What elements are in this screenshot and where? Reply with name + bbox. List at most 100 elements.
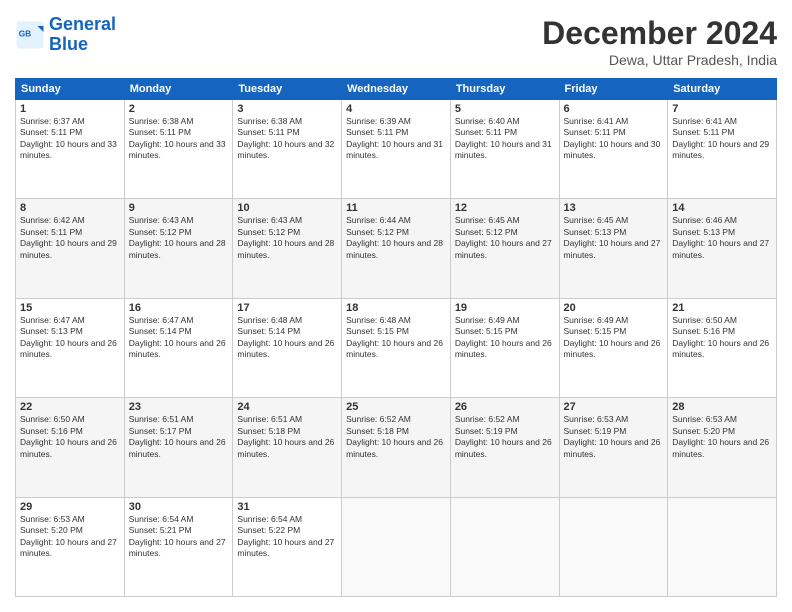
- day-cell-27: 27 Sunrise: 6:53 AM Sunset: 5:19 PM Dayl…: [559, 398, 668, 497]
- day-cell-28: 28 Sunrise: 6:53 AM Sunset: 5:20 PM Dayl…: [668, 398, 777, 497]
- day-number: 26: [455, 401, 555, 413]
- day-number: 10: [237, 202, 337, 214]
- day-number: 7: [672, 103, 772, 115]
- day-detail: Sunrise: 6:47 AM Sunset: 5:14 PM Dayligh…: [129, 315, 229, 361]
- calendar-week-1: 1 Sunrise: 6:37 AM Sunset: 5:11 PM Dayli…: [16, 100, 777, 199]
- day-cell-16: 16 Sunrise: 6:47 AM Sunset: 5:14 PM Dayl…: [124, 298, 233, 397]
- day-number: 13: [564, 202, 664, 214]
- day-cell-13: 13 Sunrise: 6:45 AM Sunset: 5:13 PM Dayl…: [559, 199, 668, 298]
- day-detail: Sunrise: 6:38 AM Sunset: 5:11 PM Dayligh…: [237, 116, 337, 162]
- day-cell-11: 11 Sunrise: 6:44 AM Sunset: 5:12 PM Dayl…: [342, 199, 451, 298]
- page: GB General Blue December 2024 Dewa, Utta…: [0, 0, 792, 612]
- day-number: 28: [672, 401, 772, 413]
- day-detail: Sunrise: 6:49 AM Sunset: 5:15 PM Dayligh…: [455, 315, 555, 361]
- day-cell-8: 8 Sunrise: 6:42 AM Sunset: 5:11 PM Dayli…: [16, 199, 125, 298]
- header: GB General Blue December 2024 Dewa, Utta…: [15, 15, 777, 68]
- day-detail: Sunrise: 6:41 AM Sunset: 5:11 PM Dayligh…: [564, 116, 664, 162]
- day-cell-19: 19 Sunrise: 6:49 AM Sunset: 5:15 PM Dayl…: [450, 298, 559, 397]
- svg-text:GB: GB: [19, 29, 31, 38]
- day-number: 19: [455, 302, 555, 314]
- day-number: 30: [129, 501, 229, 513]
- day-detail: Sunrise: 6:47 AM Sunset: 5:13 PM Dayligh…: [20, 315, 120, 361]
- day-detail: Sunrise: 6:39 AM Sunset: 5:11 PM Dayligh…: [346, 116, 446, 162]
- empty-cell: [342, 497, 451, 596]
- empty-cell: [559, 497, 668, 596]
- empty-cell: [668, 497, 777, 596]
- day-detail: Sunrise: 6:54 AM Sunset: 5:22 PM Dayligh…: [237, 514, 337, 560]
- day-detail: Sunrise: 6:52 AM Sunset: 5:18 PM Dayligh…: [346, 414, 446, 460]
- day-detail: Sunrise: 6:48 AM Sunset: 5:14 PM Dayligh…: [237, 315, 337, 361]
- day-number: 5: [455, 103, 555, 115]
- day-detail: Sunrise: 6:43 AM Sunset: 5:12 PM Dayligh…: [237, 215, 337, 261]
- general-blue-icon: GB: [15, 20, 45, 50]
- day-cell-18: 18 Sunrise: 6:48 AM Sunset: 5:15 PM Dayl…: [342, 298, 451, 397]
- day-number: 1: [20, 103, 120, 115]
- day-number: 31: [237, 501, 337, 513]
- month-title: December 2024: [542, 15, 777, 52]
- day-cell-10: 10 Sunrise: 6:43 AM Sunset: 5:12 PM Dayl…: [233, 199, 342, 298]
- day-cell-26: 26 Sunrise: 6:52 AM Sunset: 5:19 PM Dayl…: [450, 398, 559, 497]
- day-cell-14: 14 Sunrise: 6:46 AM Sunset: 5:13 PM Dayl…: [668, 199, 777, 298]
- day-number: 11: [346, 202, 446, 214]
- day-number: 20: [564, 302, 664, 314]
- day-number: 29: [20, 501, 120, 513]
- day-cell-24: 24 Sunrise: 6:51 AM Sunset: 5:18 PM Dayl…: [233, 398, 342, 497]
- logo-text: General Blue: [49, 15, 116, 55]
- day-cell-20: 20 Sunrise: 6:49 AM Sunset: 5:15 PM Dayl…: [559, 298, 668, 397]
- col-header-friday: Friday: [559, 79, 668, 100]
- calendar-week-5: 29 Sunrise: 6:53 AM Sunset: 5:20 PM Dayl…: [16, 497, 777, 596]
- day-number: 2: [129, 103, 229, 115]
- day-number: 12: [455, 202, 555, 214]
- day-detail: Sunrise: 6:50 AM Sunset: 5:16 PM Dayligh…: [672, 315, 772, 361]
- col-header-saturday: Saturday: [668, 79, 777, 100]
- day-detail: Sunrise: 6:51 AM Sunset: 5:17 PM Dayligh…: [129, 414, 229, 460]
- day-cell-12: 12 Sunrise: 6:45 AM Sunset: 5:12 PM Dayl…: [450, 199, 559, 298]
- day-number: 9: [129, 202, 229, 214]
- day-cell-15: 15 Sunrise: 6:47 AM Sunset: 5:13 PM Dayl…: [16, 298, 125, 397]
- location-subtitle: Dewa, Uttar Pradesh, India: [542, 52, 777, 68]
- day-cell-6: 6 Sunrise: 6:41 AM Sunset: 5:11 PM Dayli…: [559, 100, 668, 199]
- day-detail: Sunrise: 6:45 AM Sunset: 5:12 PM Dayligh…: [455, 215, 555, 261]
- day-cell-7: 7 Sunrise: 6:41 AM Sunset: 5:11 PM Dayli…: [668, 100, 777, 199]
- col-header-wednesday: Wednesday: [342, 79, 451, 100]
- title-block: December 2024 Dewa, Uttar Pradesh, India: [542, 15, 777, 68]
- day-number: 6: [564, 103, 664, 115]
- day-detail: Sunrise: 6:46 AM Sunset: 5:13 PM Dayligh…: [672, 215, 772, 261]
- day-detail: Sunrise: 6:37 AM Sunset: 5:11 PM Dayligh…: [20, 116, 120, 162]
- day-number: 17: [237, 302, 337, 314]
- day-cell-2: 2 Sunrise: 6:38 AM Sunset: 5:11 PM Dayli…: [124, 100, 233, 199]
- day-detail: Sunrise: 6:45 AM Sunset: 5:13 PM Dayligh…: [564, 215, 664, 261]
- day-cell-31: 31 Sunrise: 6:54 AM Sunset: 5:22 PM Dayl…: [233, 497, 342, 596]
- day-detail: Sunrise: 6:41 AM Sunset: 5:11 PM Dayligh…: [672, 116, 772, 162]
- day-detail: Sunrise: 6:44 AM Sunset: 5:12 PM Dayligh…: [346, 215, 446, 261]
- day-cell-29: 29 Sunrise: 6:53 AM Sunset: 5:20 PM Dayl…: [16, 497, 125, 596]
- col-header-tuesday: Tuesday: [233, 79, 342, 100]
- day-number: 21: [672, 302, 772, 314]
- calendar-week-3: 15 Sunrise: 6:47 AM Sunset: 5:13 PM Dayl…: [16, 298, 777, 397]
- day-detail: Sunrise: 6:38 AM Sunset: 5:11 PM Dayligh…: [129, 116, 229, 162]
- day-number: 24: [237, 401, 337, 413]
- day-detail: Sunrise: 6:43 AM Sunset: 5:12 PM Dayligh…: [129, 215, 229, 261]
- calendar-week-4: 22 Sunrise: 6:50 AM Sunset: 5:16 PM Dayl…: [16, 398, 777, 497]
- day-detail: Sunrise: 6:53 AM Sunset: 5:20 PM Dayligh…: [672, 414, 772, 460]
- day-number: 22: [20, 401, 120, 413]
- day-detail: Sunrise: 6:48 AM Sunset: 5:15 PM Dayligh…: [346, 315, 446, 361]
- day-detail: Sunrise: 6:54 AM Sunset: 5:21 PM Dayligh…: [129, 514, 229, 560]
- day-cell-21: 21 Sunrise: 6:50 AM Sunset: 5:16 PM Dayl…: [668, 298, 777, 397]
- day-number: 25: [346, 401, 446, 413]
- col-header-monday: Monday: [124, 79, 233, 100]
- day-cell-23: 23 Sunrise: 6:51 AM Sunset: 5:17 PM Dayl…: [124, 398, 233, 497]
- day-detail: Sunrise: 6:53 AM Sunset: 5:19 PM Dayligh…: [564, 414, 664, 460]
- col-header-sunday: Sunday: [16, 79, 125, 100]
- day-detail: Sunrise: 6:52 AM Sunset: 5:19 PM Dayligh…: [455, 414, 555, 460]
- day-detail: Sunrise: 6:53 AM Sunset: 5:20 PM Dayligh…: [20, 514, 120, 560]
- day-detail: Sunrise: 6:51 AM Sunset: 5:18 PM Dayligh…: [237, 414, 337, 460]
- day-number: 18: [346, 302, 446, 314]
- day-detail: Sunrise: 6:49 AM Sunset: 5:15 PM Dayligh…: [564, 315, 664, 361]
- day-number: 16: [129, 302, 229, 314]
- day-cell-25: 25 Sunrise: 6:52 AM Sunset: 5:18 PM Dayl…: [342, 398, 451, 497]
- day-number: 27: [564, 401, 664, 413]
- day-number: 23: [129, 401, 229, 413]
- day-number: 14: [672, 202, 772, 214]
- col-header-thursday: Thursday: [450, 79, 559, 100]
